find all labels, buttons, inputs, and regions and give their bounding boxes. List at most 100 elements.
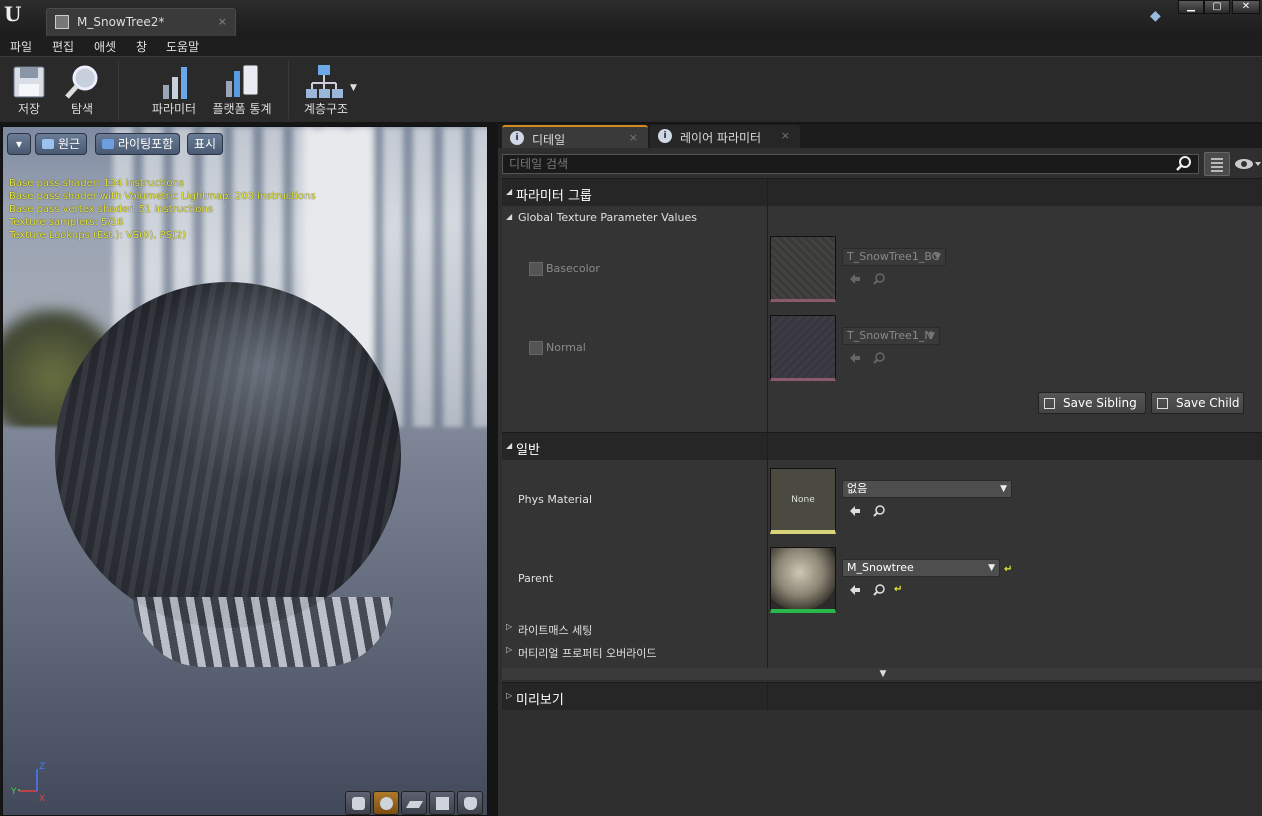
teapot-icon xyxy=(464,797,477,810)
section-parameter-group[interactable]: ◢ 파라미터 그룹 xyxy=(502,178,1262,206)
section-preview-label: 미리보기 xyxy=(516,693,564,708)
parent-material-combo[interactable]: M_Snowtree ▼ xyxy=(842,559,1000,577)
list-view-button[interactable] xyxy=(1204,152,1230,176)
use-selected-arrow-icon[interactable] xyxy=(848,583,862,597)
viewport-options-button[interactable]: ▾ xyxy=(7,133,31,155)
column-divider[interactable] xyxy=(767,206,768,432)
plane-icon xyxy=(405,801,424,808)
general-body: Phys Material None 없음 ▼ Parent M_Snowtre… xyxy=(502,460,1262,668)
preview-plane-button[interactable] xyxy=(401,791,427,815)
preview-cylinder-button[interactable] xyxy=(345,791,371,815)
menu-file[interactable]: 파일 xyxy=(10,38,32,55)
preview-viewport[interactable]: ▾ 원근 라이팅포함 표시 Base pass shader: 134 inst… xyxy=(2,126,488,816)
use-selected-arrow-icon[interactable] xyxy=(848,272,862,286)
material-icon xyxy=(55,15,69,29)
use-selected-arrow-icon[interactable] xyxy=(848,351,862,365)
phys-material-thumbnail[interactable]: None xyxy=(770,468,836,534)
browse-label: 탐색 xyxy=(70,102,94,116)
menu-window[interactable]: 창 xyxy=(136,38,147,55)
save-child-button[interactable]: Save Child xyxy=(1151,392,1244,414)
learn-icon[interactable]: ◆ xyxy=(1150,8,1166,24)
menu-edit[interactable]: 편집 xyxy=(52,38,74,55)
chevron-down-icon: ▼ xyxy=(928,331,935,341)
parent-material-value: M_Snowtree xyxy=(847,561,914,574)
details-search-input[interactable] xyxy=(502,154,1199,174)
column-divider[interactable] xyxy=(767,683,768,710)
collapse-arrow-icon: ◢ xyxy=(506,441,513,450)
collapse-arrow-icon: ◢ xyxy=(506,187,513,196)
parameters-button[interactable]: 파라미터 xyxy=(148,57,200,123)
axis-y-label: Y xyxy=(11,787,17,797)
preview-cube-button[interactable] xyxy=(429,791,455,815)
platform-stats-label: 플랫폼 통계 xyxy=(212,102,272,116)
menu-help[interactable]: 도움말 xyxy=(166,38,199,55)
section-preview[interactable]: ▷ 미리보기 xyxy=(502,682,1262,710)
stats-line: Base pass shader with Volumetric Lightma… xyxy=(9,191,316,202)
eye-icon[interactable] xyxy=(1234,156,1262,172)
section-general[interactable]: ◢ 일반 xyxy=(502,432,1262,460)
basecolor-texture-thumbnail[interactable] xyxy=(770,236,836,302)
close-icon[interactable]: × xyxy=(781,129,790,142)
reset-to-default-icon[interactable]: ↵ xyxy=(1004,564,1012,575)
phys-material-label: Phys Material xyxy=(518,493,593,506)
normal-texture-value: T_SnowTree1_N xyxy=(847,329,933,342)
column-divider[interactable] xyxy=(767,179,768,206)
browse-asset-icon[interactable] xyxy=(872,351,886,365)
browse-asset-icon[interactable] xyxy=(872,504,886,518)
phys-material-value: 없음 xyxy=(847,482,868,495)
use-selected-arrow-icon[interactable] xyxy=(848,504,862,518)
normal-texture-combo[interactable]: T_SnowTree1_N ▼ xyxy=(842,327,940,345)
browse-asset-icon[interactable] xyxy=(872,583,886,597)
maximize-button[interactable]: ▢ xyxy=(1204,0,1230,14)
browse-asset-icon[interactable] xyxy=(872,272,886,286)
perspective-button[interactable]: 원근 xyxy=(35,133,88,155)
shader-stats: Base pass shader: 134 instructions Base … xyxy=(9,177,316,242)
close-icon[interactable]: × xyxy=(218,15,227,28)
save-button[interactable]: 저장 xyxy=(6,57,52,123)
close-icon[interactable]: × xyxy=(629,131,638,144)
close-window-button[interactable]: ✕ xyxy=(1232,0,1260,14)
document-tab-label: M_SnowTree2* xyxy=(77,15,165,29)
save-sibling-button[interactable]: Save Sibling xyxy=(1038,392,1146,414)
tab-details[interactable]: i 디테일 × xyxy=(502,125,648,148)
hierarchy-label: 계층구조 xyxy=(303,102,349,116)
preview-mesh-button[interactable] xyxy=(457,791,483,815)
hierarchy-button[interactable]: 계층구조 ▼ xyxy=(300,57,360,123)
parameters-label: 파라미터 xyxy=(151,102,197,116)
axis-x-label: X xyxy=(39,794,45,804)
show-label: 표시 xyxy=(194,137,217,151)
parent-material-thumbnail[interactable] xyxy=(770,547,836,613)
tab-layer-parameters-label: 레이어 파라미터 xyxy=(680,131,762,145)
basecolor-texture-combo[interactable]: T_SnowTree1_BC ▼ xyxy=(842,248,946,266)
normal-texture-thumbnail[interactable] xyxy=(770,315,836,381)
chevron-down-icon: ▼ xyxy=(934,252,941,262)
global-texture-label: Global Texture Parameter Values xyxy=(518,211,698,224)
menu-asset[interactable]: 애셋 xyxy=(94,38,116,55)
document-tab[interactable]: M_SnowTree2* × xyxy=(46,8,236,36)
stats-line: Base pass vertex shader: 51 instructions xyxy=(9,204,213,215)
show-button[interactable]: 표시 xyxy=(187,133,224,155)
reset-to-default-icon[interactable]: ↵ xyxy=(894,584,902,595)
save-icon xyxy=(1044,398,1055,409)
tab-layer-parameters[interactable]: i 레이어 파라미터 × xyxy=(650,125,800,148)
lit-mode-label: 라이팅포함 xyxy=(118,137,174,151)
normal-checkbox[interactable] xyxy=(529,341,543,355)
platform-stats-button[interactable]: 플랫폼 통계 xyxy=(208,57,276,123)
lit-mode-button[interactable]: 라이팅포함 xyxy=(95,133,181,155)
stats-line: Texture samplers: 5/16 xyxy=(9,217,124,228)
stats-line: Base pass shader: 134 instructions xyxy=(9,178,185,189)
advanced-expander[interactable]: ▼ xyxy=(502,668,1262,680)
stats-line: Texture Lookups (Est.): VS(0), PS(2) xyxy=(9,230,187,241)
minimize-button[interactable]: ▁ xyxy=(1178,0,1204,14)
perspective-label: 원근 xyxy=(58,137,81,151)
browse-button[interactable]: 탐색 xyxy=(58,57,106,123)
preview-sphere-button[interactable] xyxy=(373,791,399,815)
search-icon[interactable] xyxy=(1176,156,1192,172)
basecolor-checkbox[interactable] xyxy=(529,262,543,276)
chevron-down-icon[interactable]: ▼ xyxy=(350,83,357,93)
column-divider[interactable] xyxy=(767,460,768,668)
column-divider[interactable] xyxy=(767,433,768,460)
chevron-down-icon: ▾ xyxy=(15,137,23,151)
list-icon xyxy=(1211,158,1223,172)
phys-material-combo[interactable]: 없음 ▼ xyxy=(842,480,1012,498)
